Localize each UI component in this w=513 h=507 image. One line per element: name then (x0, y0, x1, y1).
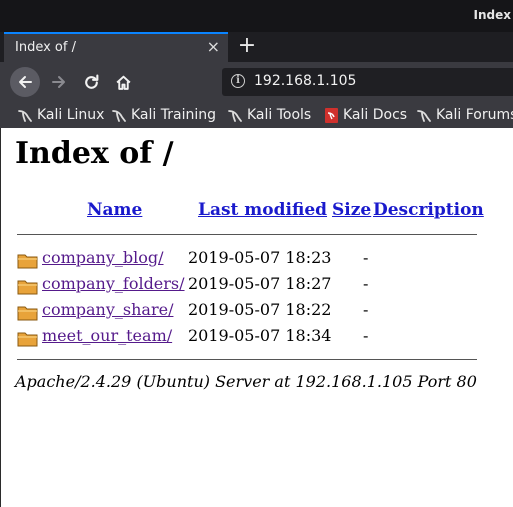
table-row: meet_our_team/ 2019-05-07 18:34 - (17, 326, 497, 348)
size-cell: - (363, 300, 369, 319)
bookmark-kali-forums[interactable]: Kali Forums (417, 105, 513, 125)
last-modified-cell: 2019-05-07 18:23 (188, 248, 332, 267)
size-cell: - (363, 326, 369, 345)
footer-divider (17, 359, 477, 360)
table-row: company_blog/ 2019-05-07 18:23 - (17, 248, 497, 270)
tab-title: Index of / (15, 40, 76, 55)
header-divider (17, 234, 477, 235)
column-last-modified-link[interactable]: Last modified (198, 200, 327, 220)
kali-dragon-icon (112, 110, 126, 122)
reload-icon (84, 74, 98, 89)
last-modified-cell: 2019-05-07 18:27 (188, 274, 332, 293)
folder-icon (17, 280, 38, 295)
back-button[interactable] (10, 67, 40, 97)
nav-toolbar: i 192.168.1.105 (0, 62, 513, 102)
page-content: Index of / Name Last modified Size Descr… (0, 128, 513, 507)
new-tab-button[interactable]: + (237, 33, 257, 59)
bookmark-label: Kali Tools (247, 107, 312, 123)
folder-icon (17, 332, 38, 347)
bookmark-kali-docs[interactable]: Kali Docs (325, 105, 407, 125)
home-icon (115, 75, 131, 90)
table-row: company_share/ 2019-05-07 18:22 - (17, 300, 497, 322)
bookmark-label: Kali Linux (37, 107, 105, 123)
folder-link[interactable]: company_blog/ (42, 248, 164, 267)
url-text[interactable]: 192.168.1.105 (254, 73, 356, 89)
url-bar[interactable]: i 192.168.1.105 (222, 68, 513, 96)
kali-dragon-icon (18, 110, 32, 122)
folder-link[interactable]: company_share/ (42, 300, 173, 319)
bookmarks-toolbar: Kali Linux Kali Training Kali Tools Kali… (0, 102, 513, 128)
window-titlebar: Index (0, 0, 513, 32)
close-icon[interactable]: × (207, 38, 220, 56)
forward-button[interactable] (44, 67, 74, 97)
bookmark-label: Kali Training (131, 107, 216, 123)
column-name-link[interactable]: Name (87, 200, 142, 220)
bookmark-kali-linux[interactable]: Kali Linux (18, 105, 104, 125)
server-signature: Apache/2.4.29 (Ubuntu) Server at 192.168… (15, 372, 477, 391)
last-modified-cell: 2019-05-07 18:22 (188, 300, 332, 319)
folder-icon (17, 254, 38, 269)
page-title: Index of / (15, 136, 174, 171)
window-title: Index (473, 8, 511, 22)
size-cell: - (363, 274, 369, 293)
folder-link[interactable]: company_folders/ (42, 274, 185, 293)
back-arrow-icon (19, 76, 32, 88)
reload-button[interactable] (76, 67, 106, 97)
site-info-icon[interactable]: i (231, 74, 245, 88)
folder-link[interactable]: meet_our_team/ (42, 326, 172, 345)
home-button[interactable] (108, 67, 138, 97)
forward-arrow-icon (52, 76, 65, 88)
tab-index[interactable]: Index of / × (4, 32, 228, 62)
kali-docs-icon (325, 107, 338, 123)
folder-icon (17, 306, 38, 321)
column-description-link[interactable]: Description (373, 200, 484, 220)
last-modified-cell: 2019-05-07 18:34 (188, 326, 332, 345)
size-cell: - (363, 248, 369, 267)
bookmark-kali-tools[interactable]: Kali Tools (228, 105, 311, 125)
bookmark-kali-training[interactable]: Kali Training (112, 105, 216, 125)
table-row: company_folders/ 2019-05-07 18:27 - (17, 274, 497, 296)
kali-dragon-icon (228, 110, 242, 122)
bookmark-label: Kali Docs (343, 107, 408, 123)
column-size-link[interactable]: Size (332, 200, 371, 220)
kali-dragon-icon (417, 110, 431, 122)
bookmark-label: Kali Forums (436, 107, 513, 123)
